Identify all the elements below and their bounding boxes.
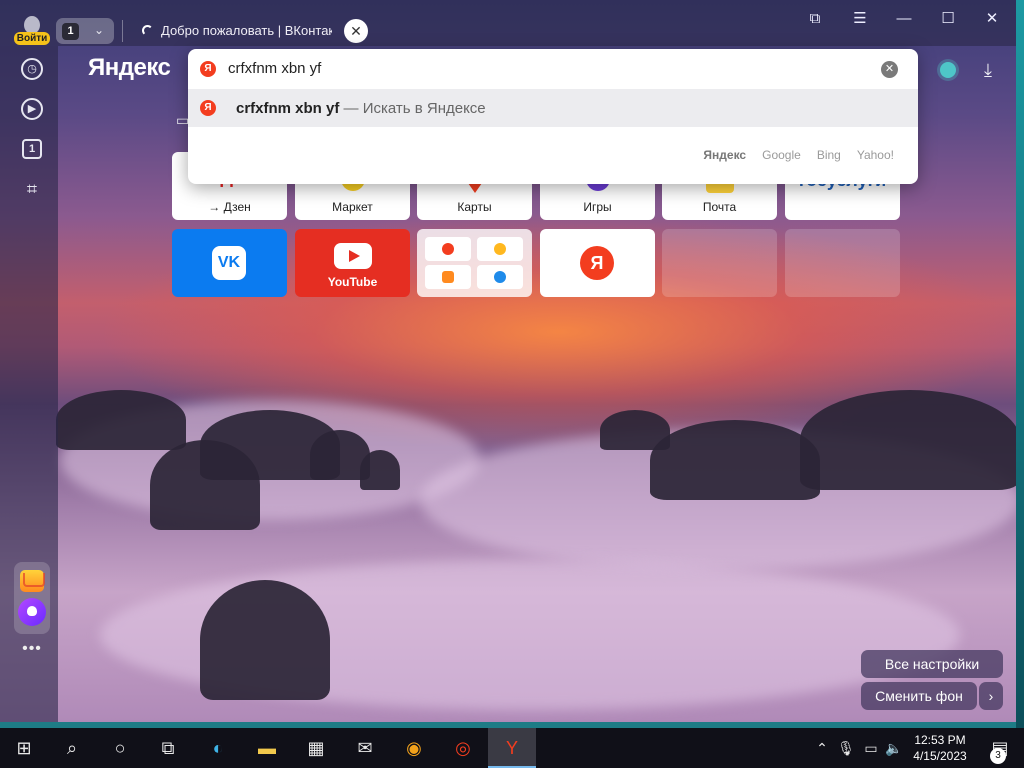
date-label: 4/15/2023 [913,749,967,763]
suggestion-hint: — Искать в Яндексе [339,100,486,117]
tile-label: YouTube [327,275,378,289]
yandex-icon: Я [580,246,614,280]
engine-google[interactable]: Google [762,148,801,162]
tile-yandex[interactable]: Я [540,229,655,297]
tile-label: Игры [583,200,612,214]
chevron-down-icon: ⌄ [94,23,105,37]
download-icon[interactable]: ⤓ [984,60,992,81]
menu-icon[interactable]: ☰ [845,8,875,30]
mini-yandex-icon [425,237,471,261]
browser-icon[interactable]: ◉ [390,728,438,768]
address-bar[interactable]: Я crfxfnm xbn yf ✕ [188,49,918,89]
more-icon[interactable]: ••• [18,640,46,658]
taskbar-clock[interactable]: 12:53 PM 4/15/2023 [910,732,970,764]
mail-icon[interactable] [20,570,44,592]
volume-icon[interactable]: 🔈 [882,728,906,768]
file-explorer-icon[interactable]: ▬ [243,728,291,768]
cortana-icon[interactable]: ○ [96,728,144,768]
login-label: Войти [14,32,50,45]
youtube-icon [334,243,372,269]
clear-icon[interactable]: ✕ [881,61,898,78]
history-icon[interactable]: ◷ [21,58,43,80]
engine-bing[interactable]: Bing [817,148,841,162]
task-view-icon[interactable]: ⧉ [144,728,192,768]
start-icon[interactable]: ⊞ [0,728,48,768]
tab-title-label: Добро пожаловать | ВКонтакте [161,23,332,38]
store-icon[interactable]: ▦ [292,728,340,768]
tile-label: Маркет [332,200,373,214]
tab-counter-button[interactable]: 1 ⌄ [56,18,114,44]
time-label: 12:53 PM [914,733,966,747]
mountain [200,580,330,700]
yandex-search-icon: Я [200,100,216,116]
mountain [800,390,1016,490]
loading-spinner-icon [142,25,153,36]
address-input[interactable]: crfxfnm xbn yf [228,60,321,77]
minimize-button[interactable]: — [889,8,919,30]
yandex-logo[interactable]: Яндекс [88,54,171,82]
tile-folder[interactable] [417,229,532,297]
yandex-search-icon: Я [200,61,216,77]
tile-empty[interactable] [785,229,900,297]
tile-label: → Дзен [208,200,251,214]
sidebar: ◷ ▶ 1 ⌗ + ••• [0,46,58,722]
tile-youtube[interactable]: YouTube [295,229,410,297]
mountain [650,420,820,500]
screenshot-icon[interactable]: ⌗ [19,176,45,202]
notification-count: 3 [990,748,1006,764]
omnibox-dropdown: Я crfxfnm xbn yf ✕ Я crfxfnm xbn yf — Ис… [188,49,918,184]
tile-empty[interactable] [662,229,777,297]
all-settings-button[interactable]: Все настройки [861,650,1003,678]
browser-window: Войти 1 ⌄ Добро пожаловать | ВКонтакте ✕… [0,0,1016,722]
tab-close-button[interactable]: ✕ [344,19,368,43]
suggestion-text: crfxfnm xbn yf — Искать в Яндексе [236,100,486,117]
taskbar: ⊞ ⌕ ○ ⧉ ◐ ▬ ▦ ✉ ◉ ◎ Y ⌃ 🎙 ▭ 🔈 12:53 PM 4… [0,728,1024,768]
login-button[interactable]: Войти [14,14,50,46]
play-icon[interactable]: ▶ [21,98,43,120]
title-bar: Войти 1 ⌄ Добро пожаловать | ВКонтакте ✕… [0,0,1016,46]
status-dot-icon[interactable] [940,62,956,78]
tab-active[interactable]: Добро пожаловать | ВКонтакте [142,20,332,42]
suggestion-query: crfxfnm xbn yf [236,100,340,117]
change-background-button[interactable]: Сменить фон [861,682,977,710]
tile-label: Почта [702,200,737,214]
engine-yahoo[interactable]: Yahoo! [857,148,894,162]
next-background-button[interactable]: › [979,682,1003,710]
tab-count: 1 [62,23,79,40]
desktop-background [1016,0,1024,728]
yandex-browser-icon[interactable]: Y [488,728,536,768]
mini-browser-icon [477,237,523,261]
network-icon[interactable]: ▭ [858,728,884,768]
mini-mail-icon [425,265,471,289]
search-engines: Яндекс Google Bing Yahoo! [687,148,894,162]
tabs-icon[interactable]: 1 [22,139,42,159]
mail-app-icon[interactable]: ✉ [341,728,389,768]
chrome-icon[interactable]: ◎ [439,728,487,768]
mountain [56,390,186,450]
mountain [360,450,400,490]
tile-label: Карты [457,200,492,214]
bookmarks-icon[interactable]: ⧉ [800,8,830,30]
search-icon[interactable]: ⌕ [48,728,96,768]
chevron-up-icon[interactable]: ⌃ [808,728,836,768]
microphone-icon[interactable]: 🎙 [834,728,858,768]
mini-disk-icon [477,265,523,289]
tile-vk[interactable]: VK [172,229,287,297]
engine-yandex[interactable]: Яндекс [703,148,746,162]
search-suggestion[interactable]: Я crfxfnm xbn yf — Искать в Яндексе [188,89,918,127]
close-window-button[interactable]: ✕ [977,8,1007,30]
maximize-button[interactable]: ☐ [933,8,963,30]
alice-icon[interactable] [18,598,46,626]
tab-separator [122,20,123,42]
vk-icon: VK [212,246,246,280]
edge-icon[interactable]: ◐ [194,728,242,768]
